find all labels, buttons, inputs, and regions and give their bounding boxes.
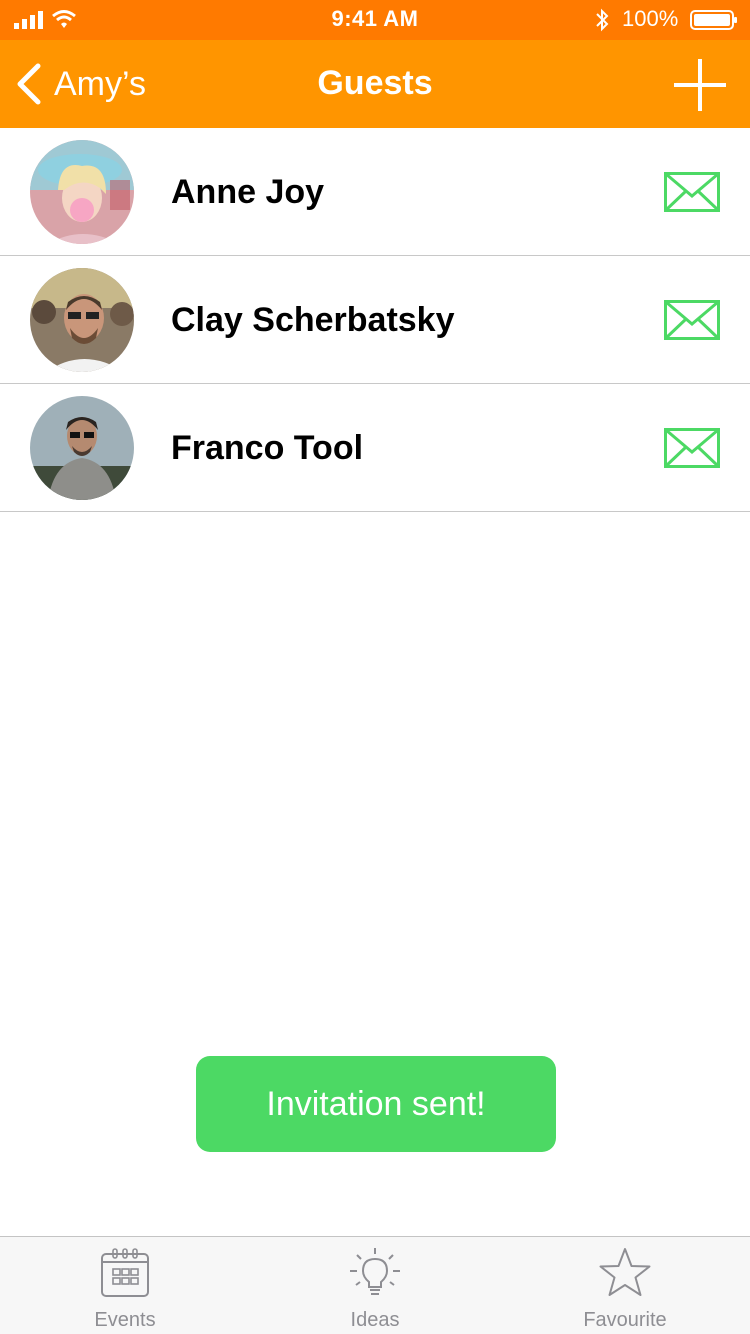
guest-name: Clay Scherbatsky bbox=[171, 301, 455, 339]
guest-name: Franco Tool bbox=[171, 429, 364, 467]
tab-favourite[interactable]: Favourite bbox=[500, 1237, 750, 1334]
tab-label: Ideas bbox=[350, 1309, 400, 1331]
send-invite-button[interactable] bbox=[664, 172, 720, 212]
lightbulb-icon bbox=[350, 1248, 400, 1295]
avatar bbox=[30, 268, 134, 372]
star-icon bbox=[599, 1248, 651, 1296]
envelope-icon bbox=[664, 300, 720, 340]
guest-name: Anne Joy bbox=[171, 173, 325, 211]
tab-label: Favourite bbox=[583, 1309, 667, 1331]
tab-bar: Events Ideas Favourite bbox=[0, 1236, 750, 1334]
add-guest-button[interactable] bbox=[672, 57, 728, 113]
plus-icon bbox=[674, 59, 726, 111]
avatar bbox=[30, 140, 134, 244]
battery-icon bbox=[690, 10, 737, 30]
bluetooth-icon bbox=[596, 8, 609, 32]
calendar-icon bbox=[101, 1248, 149, 1297]
guest-row[interactable]: Anne Joy bbox=[0, 128, 750, 256]
send-invite-button[interactable] bbox=[664, 300, 720, 340]
guest-row[interactable]: Clay Scherbatsky bbox=[0, 256, 750, 384]
page-title: Guests bbox=[317, 64, 433, 102]
tab-events[interactable]: Events bbox=[0, 1237, 250, 1334]
guest-list: Anne Joy Clay Scherbatsky Franco Tool bbox=[0, 128, 750, 512]
invitation-sent-toast: Invitation sent! bbox=[196, 1056, 556, 1152]
tab-ideas[interactable]: Ideas bbox=[250, 1237, 500, 1334]
battery-percent: 100% bbox=[622, 6, 679, 31]
tab-label: Events bbox=[94, 1309, 156, 1331]
envelope-icon bbox=[664, 428, 720, 468]
guest-row[interactable]: Franco Tool bbox=[0, 384, 750, 512]
envelope-icon bbox=[664, 172, 720, 212]
avatar bbox=[30, 396, 134, 500]
send-invite-button[interactable] bbox=[664, 428, 720, 468]
navigation-bar: Amy’s Guests bbox=[0, 40, 750, 128]
status-bar: 9:41 AM 100% bbox=[0, 0, 750, 40]
